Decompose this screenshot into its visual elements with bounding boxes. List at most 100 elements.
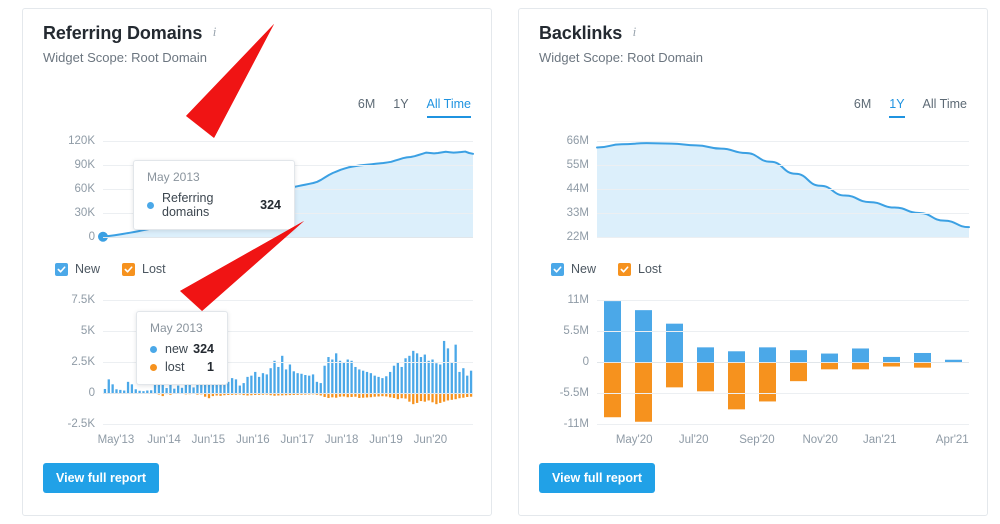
bar-new bbox=[354, 367, 356, 393]
y-axis-tick-label: -11M bbox=[537, 418, 589, 430]
bar-lost bbox=[447, 393, 449, 400]
legend-item-new[interactable]: New bbox=[551, 262, 596, 276]
series-dot-icon bbox=[150, 346, 157, 353]
x-axis-tick-label: Jun'19 bbox=[369, 434, 403, 446]
tooltip-series-name: new bbox=[165, 342, 190, 356]
tooltip-series-name: lost bbox=[165, 360, 190, 374]
bar-new bbox=[131, 384, 133, 393]
backlinks-header: Backlinks i Widget Scope: Root Domain bbox=[539, 23, 703, 65]
checkbox-new[interactable] bbox=[551, 263, 564, 276]
bar-lost bbox=[443, 393, 445, 402]
bar-new bbox=[393, 366, 395, 393]
info-icon[interactable]: i bbox=[633, 24, 637, 40]
bar-new bbox=[759, 347, 776, 362]
checkbox-lost[interactable] bbox=[122, 263, 135, 276]
bar-new bbox=[266, 374, 268, 393]
y-axis-tick-label: 0 bbox=[43, 387, 95, 399]
backlinks-widget: Backlinks i Widget Scope: Root Domain 6M… bbox=[518, 8, 988, 516]
referring-domains-header: Referring Domains i Widget Scope: Root D… bbox=[43, 23, 216, 65]
y-axis-tick-label: 22M bbox=[537, 231, 589, 243]
y-axis-tick-label: 11M bbox=[537, 294, 589, 306]
range-6m[interactable]: 6M bbox=[358, 97, 375, 118]
series-dot-icon bbox=[147, 202, 154, 209]
bar-new bbox=[231, 378, 233, 393]
range-all-time[interactable]: All Time bbox=[427, 97, 471, 118]
gridline bbox=[597, 213, 969, 214]
bar-new bbox=[377, 377, 379, 393]
x-axis-tick-label: May'20 bbox=[616, 434, 653, 446]
bar-new bbox=[262, 373, 264, 393]
gridline bbox=[597, 424, 969, 425]
y-axis-tick-label: 55M bbox=[537, 159, 589, 171]
range-6m[interactable]: 6M bbox=[854, 97, 871, 118]
bar-new bbox=[277, 367, 279, 393]
bar-new bbox=[439, 364, 441, 393]
x-axis-tick-label: Jun'14 bbox=[147, 434, 181, 446]
legend-item-lost[interactable]: Lost bbox=[618, 262, 662, 276]
bar-new bbox=[358, 369, 360, 393]
tooltip-series-value: 324 bbox=[190, 342, 214, 356]
bar-lost bbox=[424, 393, 426, 402]
bar-new bbox=[385, 376, 387, 393]
range-1y[interactable]: 1Y bbox=[393, 97, 408, 118]
bar-new bbox=[285, 369, 287, 393]
bar-new bbox=[790, 350, 807, 362]
bar-new bbox=[320, 383, 322, 393]
gridline bbox=[597, 189, 969, 190]
legend-label-new: New bbox=[75, 262, 100, 276]
checkbox-new[interactable] bbox=[55, 263, 68, 276]
y-axis-tick-label: 5.5M bbox=[537, 325, 589, 337]
bar-new bbox=[666, 324, 683, 362]
bar-new bbox=[435, 363, 437, 393]
series-dot-icon bbox=[150, 364, 157, 371]
y-axis-tick-label: 90K bbox=[43, 159, 95, 171]
bar-new bbox=[447, 348, 449, 393]
range-selector-backlinks: 6M 1Y All Time bbox=[854, 97, 967, 118]
bar-new bbox=[381, 378, 383, 393]
bar-new bbox=[335, 353, 337, 393]
bar-new bbox=[470, 371, 472, 393]
view-full-report-button[interactable]: View full report bbox=[539, 463, 655, 493]
range-1y[interactable]: 1Y bbox=[889, 97, 904, 118]
tooltip-date: May 2013 bbox=[147, 170, 281, 184]
dashboard-screen: Referring Domains i Widget Scope: Root D… bbox=[0, 0, 1000, 524]
x-axis-tick-label: Sep'20 bbox=[739, 434, 774, 446]
bar-lost bbox=[428, 393, 430, 400]
bar-new bbox=[185, 384, 187, 393]
y-axis-tick-label: 66M bbox=[537, 135, 589, 147]
x-axis-tick-label: Jan'21 bbox=[863, 434, 897, 446]
bar-lost bbox=[412, 393, 414, 404]
bar-lost bbox=[416, 393, 418, 403]
y-axis-tick-label: 30K bbox=[43, 207, 95, 219]
range-all-time[interactable]: All Time bbox=[923, 97, 967, 118]
gridline bbox=[597, 141, 969, 142]
checkbox-lost[interactable] bbox=[618, 263, 631, 276]
bar-lost bbox=[697, 362, 714, 391]
bar-new bbox=[339, 361, 341, 393]
info-icon[interactable]: i bbox=[213, 24, 217, 40]
bar-new bbox=[316, 382, 318, 393]
bar-new bbox=[308, 376, 310, 393]
legend-item-new[interactable]: New bbox=[55, 262, 100, 276]
bar-new bbox=[323, 366, 325, 393]
y-axis-tick-label: -2.5K bbox=[43, 418, 95, 430]
view-full-report-button[interactable]: View full report bbox=[43, 463, 159, 493]
bar-lost bbox=[852, 362, 869, 369]
tooltip-row: Referring domains 324 bbox=[147, 191, 281, 219]
bar-new bbox=[343, 362, 345, 393]
line-tooltip: May 2013 Referring domains 324 bbox=[133, 160, 295, 230]
bar-lost bbox=[439, 393, 441, 403]
bar-new bbox=[370, 373, 372, 393]
bar-lost bbox=[604, 362, 621, 417]
legend-label-lost: Lost bbox=[638, 262, 662, 276]
bar-new bbox=[374, 376, 376, 393]
bar-new bbox=[728, 351, 745, 362]
bar-new bbox=[331, 360, 333, 393]
legend-item-lost[interactable]: Lost bbox=[122, 262, 166, 276]
bar-new bbox=[462, 368, 464, 393]
gridline bbox=[103, 300, 473, 301]
y-axis-tick-label: 5K bbox=[43, 325, 95, 337]
bar-new bbox=[246, 377, 248, 393]
bar-new bbox=[389, 372, 391, 393]
bar-new bbox=[293, 371, 295, 393]
